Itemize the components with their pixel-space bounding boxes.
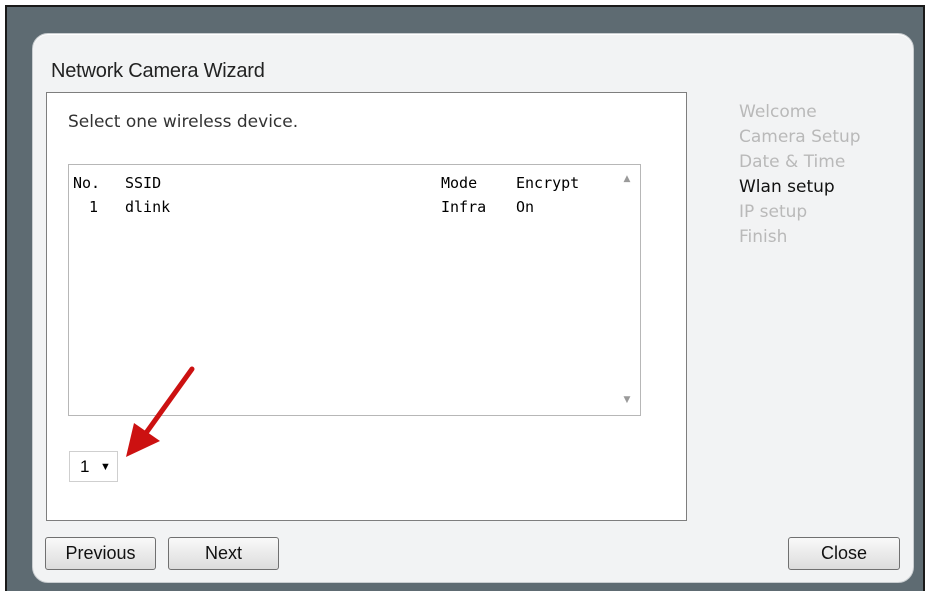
instruction-text: Select one wireless device. <box>68 112 299 132</box>
row-ssid: dlink <box>125 198 171 216</box>
list-header: No. SSID Mode Encrypt <box>73 174 579 194</box>
wizard-steps: Welcome Camera Setup Date & Time Wlan se… <box>739 100 909 250</box>
column-header-mode: Mode <box>441 174 478 192</box>
step-ip-setup: IP setup <box>739 202 808 222</box>
red-arrow-icon <box>126 366 195 457</box>
step-finish: Finish <box>739 227 788 247</box>
row-no: 1 <box>89 198 99 216</box>
step-welcome: Welcome <box>739 102 817 122</box>
next-button[interactable]: Next <box>168 537 279 570</box>
step-date-time: Date & Time <box>739 152 846 172</box>
dialog-title: Network Camera Wizard <box>51 60 265 82</box>
step-wlan-setup: Wlan setup <box>739 177 835 197</box>
column-header-encrypt: Encrypt <box>516 174 580 192</box>
list-item[interactable]: 1 dlink Infra On <box>73 198 534 218</box>
close-button[interactable]: Close <box>788 537 900 570</box>
previous-button[interactable]: Previous <box>45 537 156 570</box>
row-mode: Infra <box>441 198 487 216</box>
scroll-down-icon[interactable]: ▼ <box>622 395 632 405</box>
scroll-up-icon[interactable]: ▲ <box>622 174 632 184</box>
column-header-no: No. <box>73 174 101 192</box>
select-value: 1 <box>80 457 90 476</box>
device-number-select[interactable]: 1 ▼ <box>69 451 118 482</box>
caret-down-icon: ▼ <box>100 461 111 473</box>
column-header-ssid: SSID <box>125 174 162 192</box>
row-encrypt: On <box>516 198 535 216</box>
step-camera-setup: Camera Setup <box>739 127 861 147</box>
